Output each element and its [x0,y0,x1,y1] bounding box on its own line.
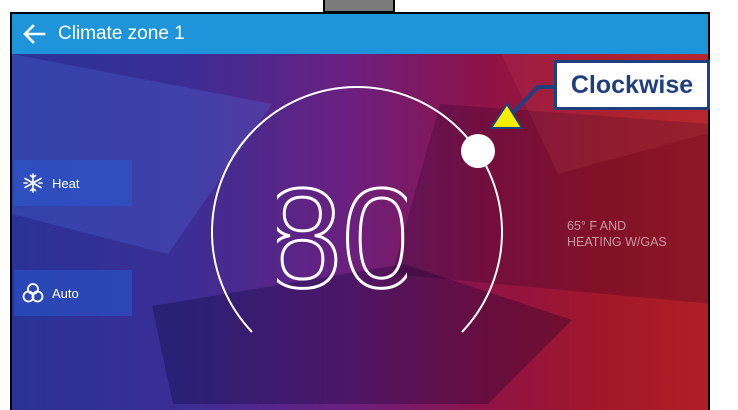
clockwise-callout: Clockwise [554,60,710,110]
callout-label: Clockwise [570,70,694,99]
